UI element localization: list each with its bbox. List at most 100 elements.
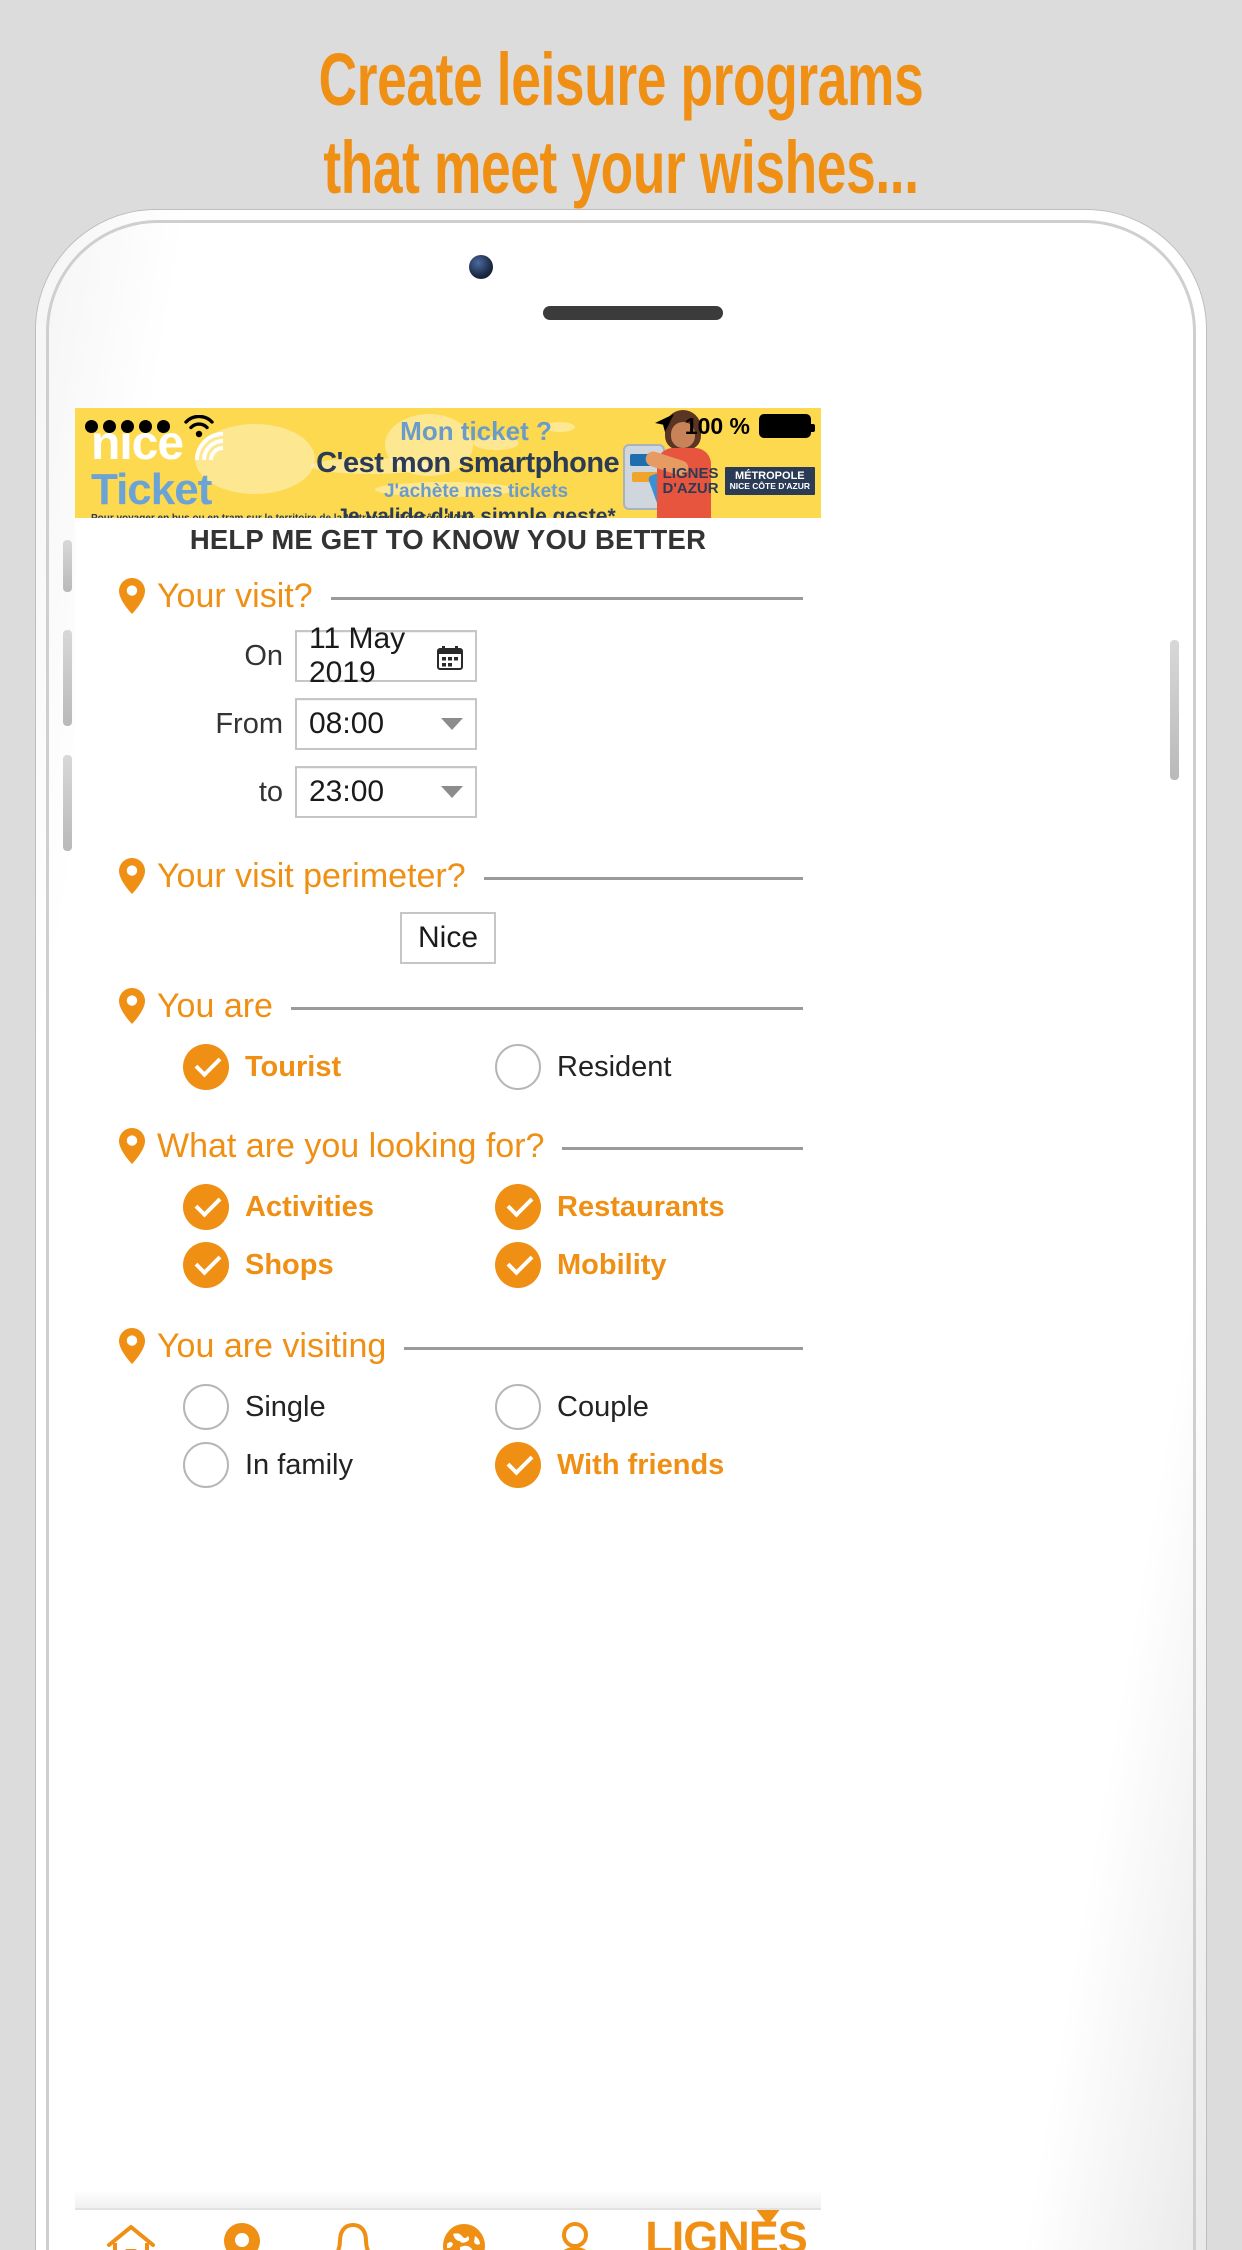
nav-item-profile[interactable]: Profile — [520, 2210, 631, 2250]
marketing-headline: Create leisure programs that meet your w… — [174, 36, 1068, 212]
section-header: You are visiting — [75, 1328, 821, 1364]
perimeter-row: Nice — [75, 912, 821, 964]
option-label: In family — [245, 1448, 353, 1481]
lignes-dazur-brand: LIGNES D'AZUR — [631, 2210, 821, 2250]
option-activities[interactable]: Activities — [183, 1178, 495, 1236]
nav-item-notifs[interactable]: Notifs — [297, 2210, 408, 2250]
option-label: Mobility — [557, 1248, 667, 1281]
looking-for-options: Activities Restaurants Shops Mobility — [75, 1178, 821, 1294]
map-pin-icon — [119, 1328, 145, 1364]
to-time-value: 23:00 — [309, 775, 385, 808]
option-label: Tourist — [245, 1050, 342, 1083]
map-pin-icon — [119, 578, 145, 614]
option-label: Single — [245, 1390, 326, 1423]
unchecked-checkbox-icon[interactable] — [495, 1384, 541, 1430]
visiting-options: Single Couple In family With friends — [75, 1378, 821, 1494]
option-resident[interactable]: Resident — [495, 1038, 807, 1096]
option-restaurants[interactable]: Restaurants — [495, 1178, 807, 1236]
from-time-label: From — [215, 707, 283, 740]
option-in-family[interactable]: In family — [183, 1436, 495, 1494]
option-label: Couple — [557, 1390, 649, 1423]
date-field-row: On 11 May 2019 — [75, 622, 821, 689]
option-mobility[interactable]: Mobility — [495, 1236, 807, 1294]
date-input[interactable]: 11 May 2019 — [295, 622, 477, 689]
unchecked-radio-icon[interactable] — [495, 1044, 541, 1090]
battery-percent-label: 100 % — [684, 412, 750, 439]
map-pin-icon — [223, 2222, 261, 2250]
nav-item-home[interactable]: Home — [75, 2210, 186, 2250]
section-you-are-visiting: You are visiting Single Couple In family — [75, 1328, 821, 1494]
from-time-value: 08:00 — [309, 707, 385, 740]
to-time-select[interactable]: 23:00 — [295, 766, 477, 818]
section-header: What are you looking for? — [75, 1128, 821, 1164]
metropole-logo: MÉTROPOLE NICE CÔTE D'AZUR — [724, 467, 815, 495]
brand-line-1: LIGNES — [645, 2212, 808, 2250]
globe-icon — [441, 2222, 487, 2250]
option-shops[interactable]: Shops — [183, 1236, 495, 1294]
headline-line-1: Create leisure programs — [318, 38, 924, 121]
date-value: 11 May 2019 — [309, 622, 406, 689]
signal-strength-dots — [85, 419, 170, 433]
checked-radio-icon[interactable] — [183, 1044, 229, 1090]
lignes-dazur-logo: LIGNES D'AZUR — [662, 465, 719, 497]
option-label: Activities — [245, 1190, 374, 1223]
phone-volume-up-button — [63, 630, 72, 726]
to-time-row: to 23:00 — [75, 766, 821, 818]
app-screen: nice Ticket Pour voyager en bus ou en tr… — [75, 408, 821, 2208]
option-with-friends[interactable]: With friends — [495, 1436, 807, 1494]
option-single[interactable]: Single — [183, 1378, 495, 1436]
section-title: Your visit perimeter? — [157, 857, 466, 895]
section-title: You are — [157, 987, 273, 1025]
banner-copy-3: J'achète mes tickets — [383, 481, 569, 502]
person-icon — [553, 2222, 597, 2250]
status-bar-right: 100 % — [652, 411, 815, 441]
map-pin-icon — [119, 988, 145, 1024]
section-header: Your visit perimeter? — [75, 858, 821, 894]
banner-copy-4: Je valide d'un simple geste* — [336, 505, 616, 518]
checked-checkbox-icon[interactable] — [495, 1242, 541, 1288]
map-pin-icon — [119, 858, 145, 894]
checked-checkbox-icon[interactable] — [183, 1184, 229, 1230]
home-icon — [106, 2222, 156, 2250]
nice-logo-line2: Ticket — [91, 465, 212, 514]
section-divider — [562, 1146, 803, 1150]
section-your-visit: Your visit? On 11 May 2019 From 08:00 to… — [75, 578, 821, 818]
front-sensor — [469, 255, 493, 279]
calendar-icon[interactable] — [437, 644, 463, 670]
option-tourist[interactable]: Tourist — [183, 1038, 495, 1096]
phone-earpiece — [543, 306, 723, 320]
headline-line-2: that meet your wishes... — [323, 126, 919, 209]
section-header: Your visit? — [75, 578, 821, 614]
nav-item-lang[interactable]: Lang — [409, 2210, 520, 2250]
location-arrow-icon — [652, 411, 676, 441]
option-label: Restaurants — [557, 1190, 725, 1223]
date-field-label: On — [244, 639, 283, 672]
section-divider — [290, 1006, 803, 1010]
checked-checkbox-icon[interactable] — [495, 1442, 541, 1488]
unchecked-checkbox-icon[interactable] — [183, 1442, 229, 1488]
from-time-row: From 08:00 — [75, 698, 821, 750]
from-time-select[interactable]: 08:00 — [295, 698, 477, 750]
option-couple[interactable]: Couple — [495, 1378, 807, 1436]
bell-icon — [331, 2222, 375, 2250]
section-title: You are visiting — [157, 1327, 387, 1365]
phone-mockup: nice Ticket Pour voyager en bus ou en tr… — [36, 210, 1206, 2250]
wifi-icon — [184, 415, 214, 438]
section-header: You are — [75, 988, 821, 1024]
checked-checkbox-icon[interactable] — [495, 1184, 541, 1230]
section-title: What are you looking for? — [157, 1127, 545, 1165]
section-you-are: You are Tourist Resident — [75, 988, 821, 1096]
nav-item-visits[interactable]: Visits — [186, 2210, 297, 2250]
brand-triangle-icon — [755, 2210, 782, 2225]
map-pin-icon — [119, 1128, 145, 1164]
section-divider — [483, 876, 803, 880]
banner-copy-2: C'est mon smartphone ! — [316, 447, 636, 479]
option-label: Resident — [557, 1050, 672, 1083]
unchecked-checkbox-icon[interactable] — [183, 1384, 229, 1430]
checked-checkbox-icon[interactable] — [183, 1242, 229, 1288]
page-title: HELP ME GET TO KNOW YOU BETTER — [189, 524, 707, 555]
section-looking-for: What are you looking for? Activities Res… — [75, 1128, 821, 1294]
bottom-navigation-bar: Home Visits Notifs — [75, 2208, 821, 2250]
perimeter-input[interactable]: Nice — [399, 912, 496, 964]
option-label: Shops — [245, 1248, 334, 1281]
